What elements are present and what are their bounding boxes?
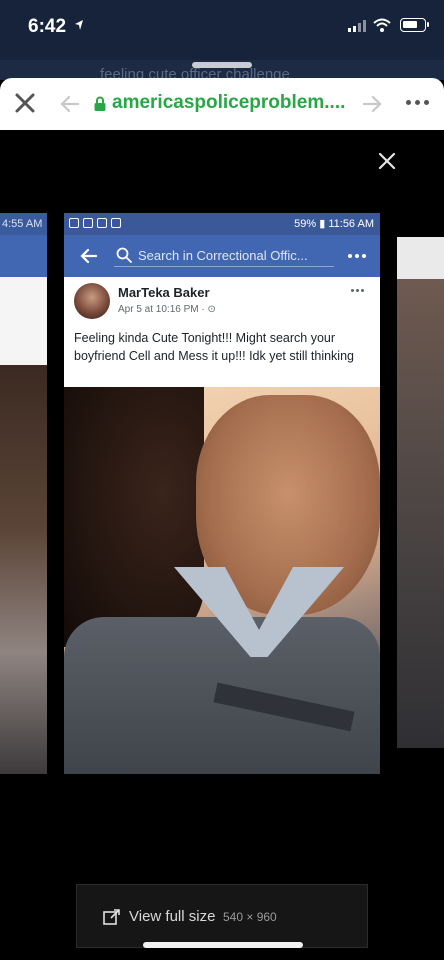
cellular-signal-icon xyxy=(348,20,366,32)
lock-icon xyxy=(94,96,106,111)
location-arrow-icon xyxy=(75,20,83,30)
search-placeholder: Search in Correctional Offic... xyxy=(138,248,308,263)
forward-arrow-icon[interactable] xyxy=(362,94,382,114)
status-bar: 6:42 xyxy=(0,0,444,60)
sheet-grabber[interactable] xyxy=(192,62,252,68)
more-dots-icon[interactable] xyxy=(406,100,429,105)
next-image-card[interactable] xyxy=(397,237,444,748)
home-indicator[interactable] xyxy=(143,942,303,948)
search-icon xyxy=(116,247,132,263)
search-input: Search in Correctional Offic... xyxy=(114,245,334,267)
facebook-search-bar: Search in Correctional Offic... xyxy=(64,235,380,277)
wifi-icon xyxy=(373,18,391,32)
post-author: MarTeka Baker xyxy=(118,285,210,300)
back-arrow-icon[interactable] xyxy=(60,94,80,114)
current-image-card[interactable]: 59% ▮ 11:56 AM Search in Correctional Of… xyxy=(64,213,380,774)
more-dots-icon xyxy=(348,254,366,258)
post-timestamp: Apr 5 at 10:16 PM · ⊙ xyxy=(118,304,216,315)
avatar xyxy=(74,283,110,319)
external-link-icon xyxy=(103,909,120,925)
close-icon[interactable] xyxy=(12,90,38,116)
post-text: Feeling kinda Cute Tonight!!! Might sear… xyxy=(74,331,354,363)
screenshot-status-text: 59% ▮ 11:56 AM xyxy=(294,218,374,230)
browser-toolbar: americaspoliceproblem.... xyxy=(0,78,444,130)
notification-icons xyxy=(69,218,121,228)
battery-level xyxy=(403,21,417,28)
previous-card-time: 4:55 AM xyxy=(0,213,47,235)
screenshot-status-bar: 59% ▮ 11:56 AM xyxy=(64,213,380,235)
view-full-size-label: View full size xyxy=(129,908,216,925)
previous-image-card[interactable]: 4:55 AM xyxy=(0,213,47,774)
view-full-size-button[interactable]: View full size 540 × 960 xyxy=(76,884,368,948)
viewer-close-icon[interactable] xyxy=(376,150,398,172)
image-dimensions: 540 × 960 xyxy=(223,910,277,924)
post-header: MarTeka Baker Apr 5 at 10:16 PM · ⊙ Feel… xyxy=(64,277,380,387)
post-photo xyxy=(64,387,380,774)
url-text[interactable]: americaspoliceproblem.... xyxy=(112,92,345,114)
battery-icon xyxy=(400,18,429,32)
back-arrow-icon xyxy=(80,248,98,264)
post-options-icon xyxy=(351,289,364,292)
status-time: 6:42 xyxy=(28,16,67,37)
